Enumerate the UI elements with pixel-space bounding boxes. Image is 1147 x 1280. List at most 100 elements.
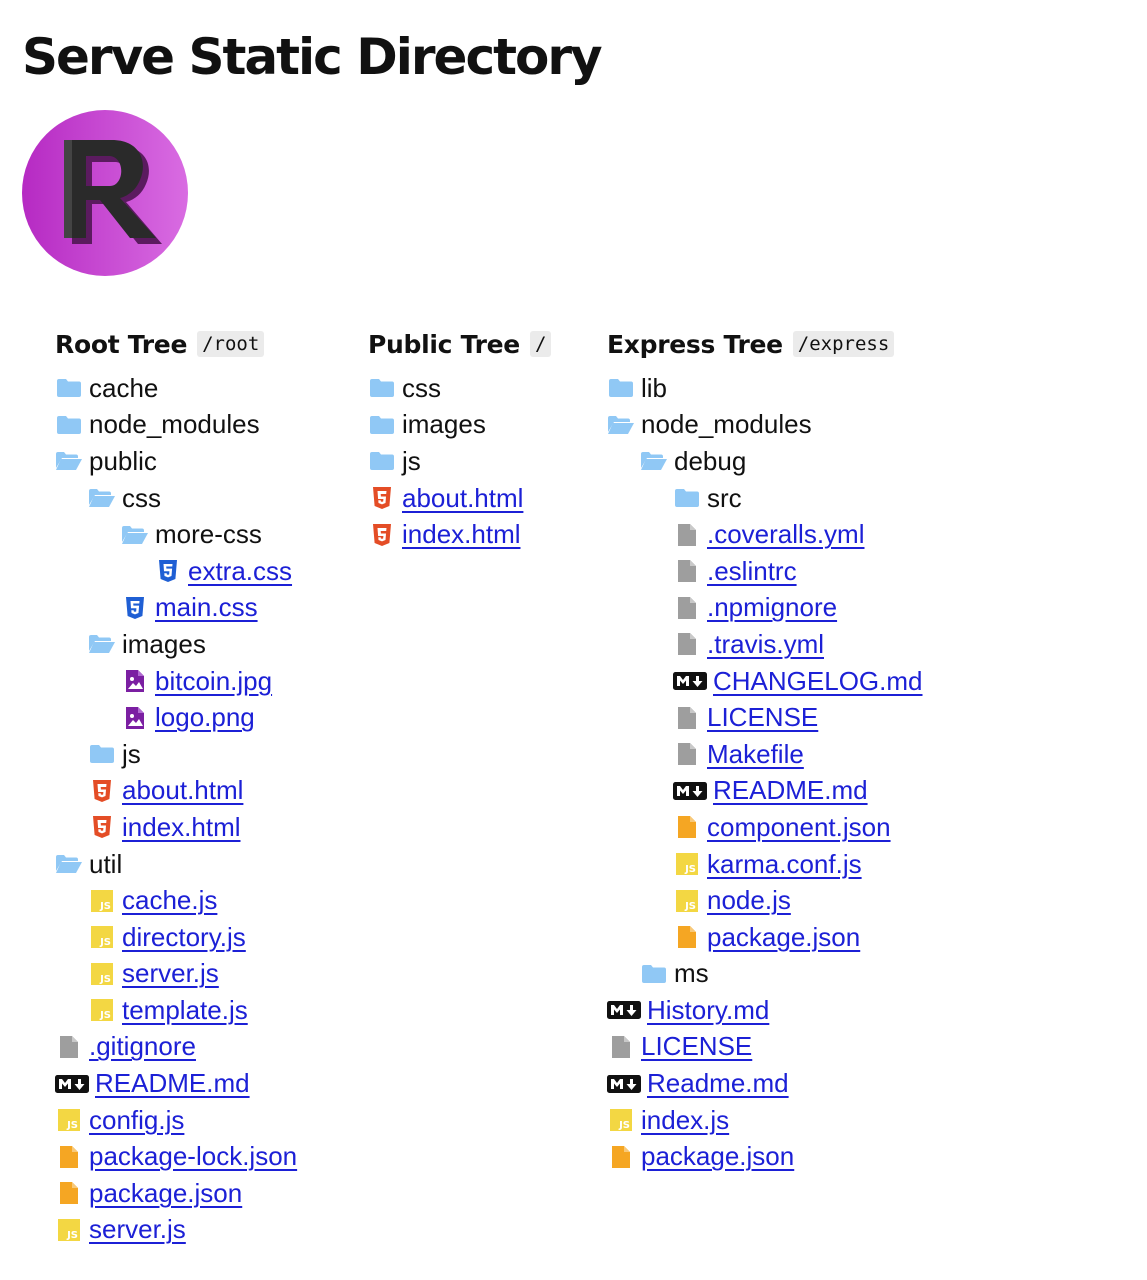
file-link[interactable]: server.js	[89, 1214, 186, 1245]
file-link[interactable]: package.json	[89, 1178, 242, 1209]
folder-icon	[55, 375, 83, 401]
file-item[interactable]: .coveralls.yml	[607, 516, 1047, 553]
file-item[interactable]: .eslintrc	[607, 553, 1047, 590]
file-link[interactable]: cache.js	[122, 885, 217, 916]
file-link[interactable]: logo.png	[155, 702, 255, 733]
file-item[interactable]: index.html	[55, 809, 355, 846]
file-link[interactable]: README.md	[95, 1068, 250, 1099]
js-file-icon: JS	[88, 888, 116, 914]
file-link[interactable]: Readme.md	[647, 1068, 789, 1099]
folder-label: ms	[674, 958, 709, 989]
file-item[interactable]: about.html	[55, 773, 355, 810]
file-link[interactable]: index.js	[641, 1105, 729, 1136]
file-item[interactable]: JS cache.js	[55, 882, 355, 919]
file-link[interactable]: Makefile	[707, 739, 804, 770]
file-item[interactable]: Readme.md	[607, 1065, 1047, 1102]
js-file-icon: JS	[88, 961, 116, 987]
file-link[interactable]: package.json	[707, 922, 860, 953]
folder-icon	[368, 375, 396, 401]
file-item[interactable]: package-lock.json	[55, 1138, 355, 1175]
file-item[interactable]: JS node.js	[607, 882, 1047, 919]
file-item[interactable]: main.css	[55, 590, 355, 627]
file-item[interactable]: README.md	[607, 773, 1047, 810]
file-link[interactable]: README.md	[713, 775, 868, 806]
file-item[interactable]: .travis.yml	[607, 626, 1047, 663]
tree-path: /root	[197, 331, 265, 357]
folder-open-icon	[607, 412, 635, 438]
file-item[interactable]: logo.png	[55, 699, 355, 736]
file-link[interactable]: .travis.yml	[707, 629, 824, 660]
folder-label: util	[89, 848, 123, 879]
folder-open-icon	[88, 631, 116, 657]
file-item[interactable]: package.json	[607, 919, 1047, 956]
file-link[interactable]: index.html	[402, 519, 521, 550]
generic-file-icon	[673, 631, 701, 657]
file-item[interactable]: package.json	[55, 1175, 355, 1212]
file-link[interactable]: index.html	[122, 812, 241, 843]
file-link[interactable]: template.js	[122, 995, 248, 1026]
file-link[interactable]: .eslintrc	[707, 556, 797, 587]
file-link[interactable]: node.js	[707, 885, 791, 916]
svg-text:JS: JS	[99, 901, 111, 912]
folder-icon	[368, 412, 396, 438]
file-item[interactable]: .gitignore	[55, 1029, 355, 1066]
folder-item: debug	[607, 443, 1047, 480]
file-item[interactable]: LICENSE	[607, 699, 1047, 736]
js-file-icon: JS	[55, 1217, 83, 1243]
file-item[interactable]: JS directory.js	[55, 919, 355, 956]
file-link[interactable]: package.json	[641, 1141, 794, 1172]
folder-open-icon	[55, 851, 83, 877]
file-link[interactable]: karma.conf.js	[707, 849, 862, 880]
file-link[interactable]: about.html	[122, 775, 243, 806]
file-item[interactable]: package.json	[607, 1138, 1047, 1175]
file-link[interactable]: LICENSE	[707, 702, 818, 733]
folder-item: public	[55, 443, 355, 480]
file-link[interactable]: LICENSE	[641, 1031, 752, 1062]
file-item[interactable]: component.json	[607, 809, 1047, 846]
file-item[interactable]: JS server.js	[55, 1212, 355, 1249]
file-list: cache node_modules public css more-css extra.…	[55, 370, 355, 1248]
json-file-icon	[55, 1180, 83, 1206]
logo-icon	[22, 110, 188, 276]
express-tree: Express Tree /express lib node_modules deb…	[607, 326, 1047, 1175]
file-link[interactable]: CHANGELOG.md	[713, 666, 923, 697]
file-link[interactable]: .gitignore	[89, 1031, 196, 1062]
file-link[interactable]: directory.js	[122, 922, 246, 953]
file-link[interactable]: component.json	[707, 812, 891, 843]
folder-item: node_modules	[607, 407, 1047, 444]
svg-text:JS: JS	[99, 937, 111, 948]
generic-file-icon	[607, 1034, 635, 1060]
file-link[interactable]: package-lock.json	[89, 1141, 297, 1172]
file-item[interactable]: bitcoin.jpg	[55, 663, 355, 700]
file-item[interactable]: JS template.js	[55, 992, 355, 1029]
file-link[interactable]: bitcoin.jpg	[155, 666, 272, 697]
html-file-icon	[88, 814, 116, 840]
file-item[interactable]: CHANGELOG.md	[607, 663, 1047, 700]
file-item[interactable]: History.md	[607, 992, 1047, 1029]
file-item[interactable]: extra.css	[55, 553, 355, 590]
file-item[interactable]: JS config.js	[55, 1102, 355, 1139]
file-link[interactable]: main.css	[155, 592, 258, 623]
folder-item: lib	[607, 370, 1047, 407]
file-link[interactable]: History.md	[647, 995, 769, 1026]
file-item[interactable]: JS karma.conf.js	[607, 846, 1047, 883]
generic-file-icon	[673, 705, 701, 731]
file-item[interactable]: LICENSE	[607, 1029, 1047, 1066]
file-item[interactable]: Makefile	[607, 736, 1047, 773]
file-link[interactable]: config.js	[89, 1105, 184, 1136]
file-link[interactable]: about.html	[402, 483, 523, 514]
file-link[interactable]: .npmignore	[707, 592, 837, 623]
file-link[interactable]: extra.css	[188, 556, 292, 587]
svg-text:JS: JS	[99, 974, 111, 985]
file-item[interactable]: README.md	[55, 1065, 355, 1102]
file-link[interactable]: .coveralls.yml	[707, 519, 864, 550]
file-item[interactable]: index.html	[368, 516, 588, 553]
file-item[interactable]: about.html	[368, 480, 588, 517]
file-link[interactable]: server.js	[122, 958, 219, 989]
file-item[interactable]: JS index.js	[607, 1102, 1047, 1139]
file-item[interactable]: JS server.js	[55, 956, 355, 993]
folder-icon	[640, 961, 668, 987]
svg-text:JS: JS	[66, 1230, 78, 1241]
generic-file-icon	[673, 522, 701, 548]
file-item[interactable]: .npmignore	[607, 590, 1047, 627]
